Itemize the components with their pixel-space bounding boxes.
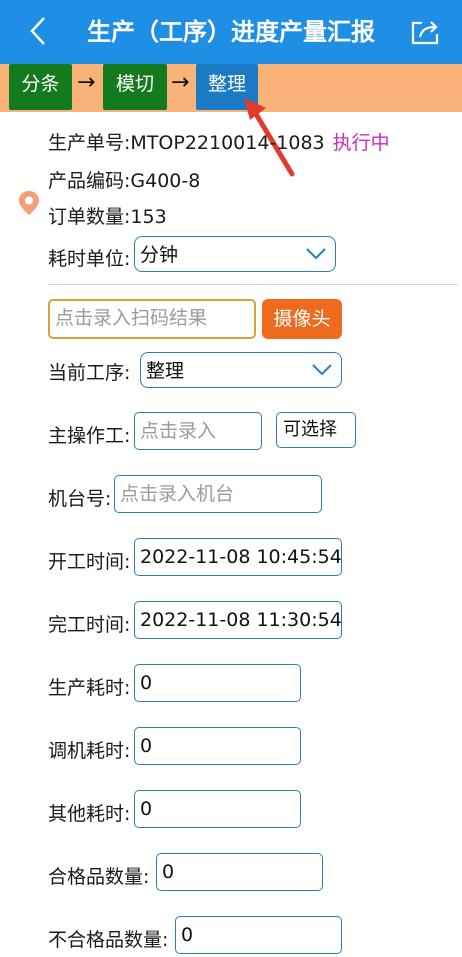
- current-process-label: 当前工序:: [48, 362, 131, 384]
- good-qty-label: 合格品数量:: [48, 866, 150, 888]
- flow-step-slitting[interactable]: 分条: [9, 64, 72, 110]
- page-title: 生产（工序）进度产量汇报: [87, 18, 375, 46]
- order-number-row: 生产单号:MTOP2210014-1083 执行中: [48, 128, 390, 155]
- product-code-value: G400-8: [130, 170, 201, 192]
- process-flow-bar: 分条 → 模切 → 整理: [0, 64, 462, 112]
- flow-arrow: →: [171, 70, 190, 95]
- top-bar: 生产（工序）进度产量汇报: [0, 0, 462, 64]
- choose-operator-label: 可选择: [283, 419, 337, 440]
- order-qty-value: 153: [130, 206, 167, 228]
- start-time-input[interactable]: 2022-11-08 10:45:54: [134, 538, 342, 576]
- machine-input[interactable]: 点击录入机台: [114, 475, 322, 513]
- order-qty-label: 订单数量:: [48, 206, 131, 228]
- time-unit-select[interactable]: 分钟: [134, 236, 336, 272]
- flow-arrow: →: [77, 70, 96, 95]
- production-time-label: 生产耗时:: [48, 677, 131, 699]
- chevron-down-icon: [312, 364, 332, 376]
- debug-time-label: 调机耗时:: [48, 740, 131, 762]
- order-number-label: 生产单号:: [48, 132, 131, 154]
- end-time-input[interactable]: 2022-11-08 11:30:54: [134, 601, 342, 639]
- order-number-value: MTOP2210014-1083: [130, 132, 325, 154]
- scan-result-input[interactable]: 点击录入扫码结果: [48, 299, 256, 339]
- end-time-label: 完工时间:: [48, 614, 131, 636]
- production-time-input[interactable]: 0: [134, 664, 301, 702]
- start-time-label: 开工时间:: [48, 551, 131, 573]
- chevron-left-icon[interactable]: [22, 14, 54, 48]
- operator-input[interactable]: 点击录入: [134, 412, 262, 450]
- bad-qty-input[interactable]: 0: [175, 916, 342, 954]
- good-qty-input[interactable]: 0: [156, 853, 323, 891]
- flow-step-die-cutting[interactable]: 模切: [103, 64, 167, 110]
- machine-label: 机台号:: [48, 488, 112, 510]
- other-time-input[interactable]: 0: [134, 790, 301, 828]
- choose-operator-button[interactable]: 可选择: [276, 412, 356, 448]
- section-divider: [48, 284, 458, 285]
- product-code-label: 产品编码:: [48, 170, 131, 192]
- camera-button[interactable]: 摄像头: [262, 299, 342, 339]
- product-code-row: 产品编码:G400-8: [48, 166, 200, 193]
- share-icon[interactable]: [410, 18, 440, 46]
- bad-qty-label: 不合格品数量:: [48, 929, 169, 951]
- time-unit-label: 耗时单位:: [48, 248, 131, 270]
- current-process-value: 整理: [146, 360, 185, 382]
- operator-label: 主操作工:: [48, 425, 131, 447]
- other-time-label: 其他耗时:: [48, 803, 131, 825]
- order-qty-row: 订单数量:153: [48, 202, 167, 229]
- current-process-select[interactable]: 整理: [140, 352, 342, 388]
- location-pin-icon[interactable]: [18, 190, 40, 216]
- status-badge: 执行中: [332, 132, 390, 154]
- debug-time-input[interactable]: 0: [134, 727, 301, 765]
- chevron-down-icon: [306, 248, 326, 260]
- time-unit-value: 分钟: [140, 244, 179, 266]
